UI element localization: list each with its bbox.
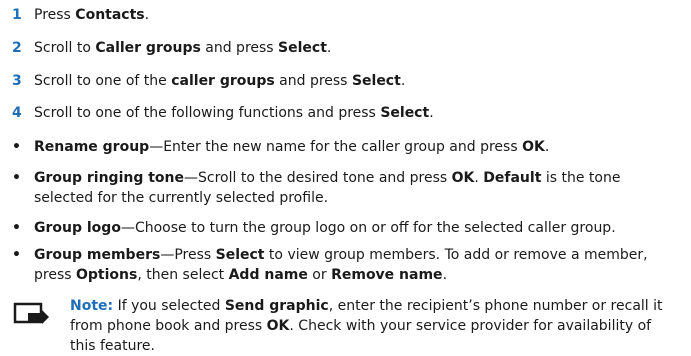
- bullet-text: Rename group—Enter the new name for the …: [34, 139, 550, 155]
- bullet-group-members: • Group members—Press Select to view gro…: [12, 245, 682, 285]
- bullet-rename-group: • Rename group—Enter the new name for th…: [12, 137, 682, 157]
- step-4: 4 Scroll to one of the following function…: [12, 102, 434, 124]
- note-block: Note: If you selected Send graphic, ente…: [12, 296, 682, 356]
- step-1: 1 Press Contacts.: [12, 4, 149, 26]
- step-3: 3 Scroll to one of the caller groups and …: [12, 70, 405, 92]
- bullet-text: Group logo—Choose to turn the group logo…: [34, 220, 616, 236]
- step-number: 2: [12, 40, 22, 56]
- step-2: 2 Scroll to Caller groups and press Selec…: [12, 37, 331, 59]
- step-number: 3: [12, 73, 22, 89]
- bullet-dot: •: [12, 170, 21, 186]
- step-number: 1: [12, 7, 22, 23]
- note-label: Note:: [70, 298, 114, 314]
- step-number: 4: [12, 105, 22, 121]
- note-text: Note: If you selected Send graphic, ente…: [70, 298, 663, 354]
- bullet-dot: •: [12, 139, 21, 155]
- note-icon: [12, 302, 52, 326]
- bullet-text: Group members—Press Select to view group…: [34, 247, 648, 283]
- bullet-dot: •: [12, 247, 21, 263]
- bullet-text: Group ringing tone—Scroll to the desired…: [34, 170, 621, 206]
- bullet-group-logo: • Group logo—Choose to turn the group lo…: [12, 218, 682, 238]
- bullet-dot: •: [12, 220, 21, 236]
- bullet-group-ringing-tone: • Group ringing tone—Scroll to the desir…: [12, 168, 682, 208]
